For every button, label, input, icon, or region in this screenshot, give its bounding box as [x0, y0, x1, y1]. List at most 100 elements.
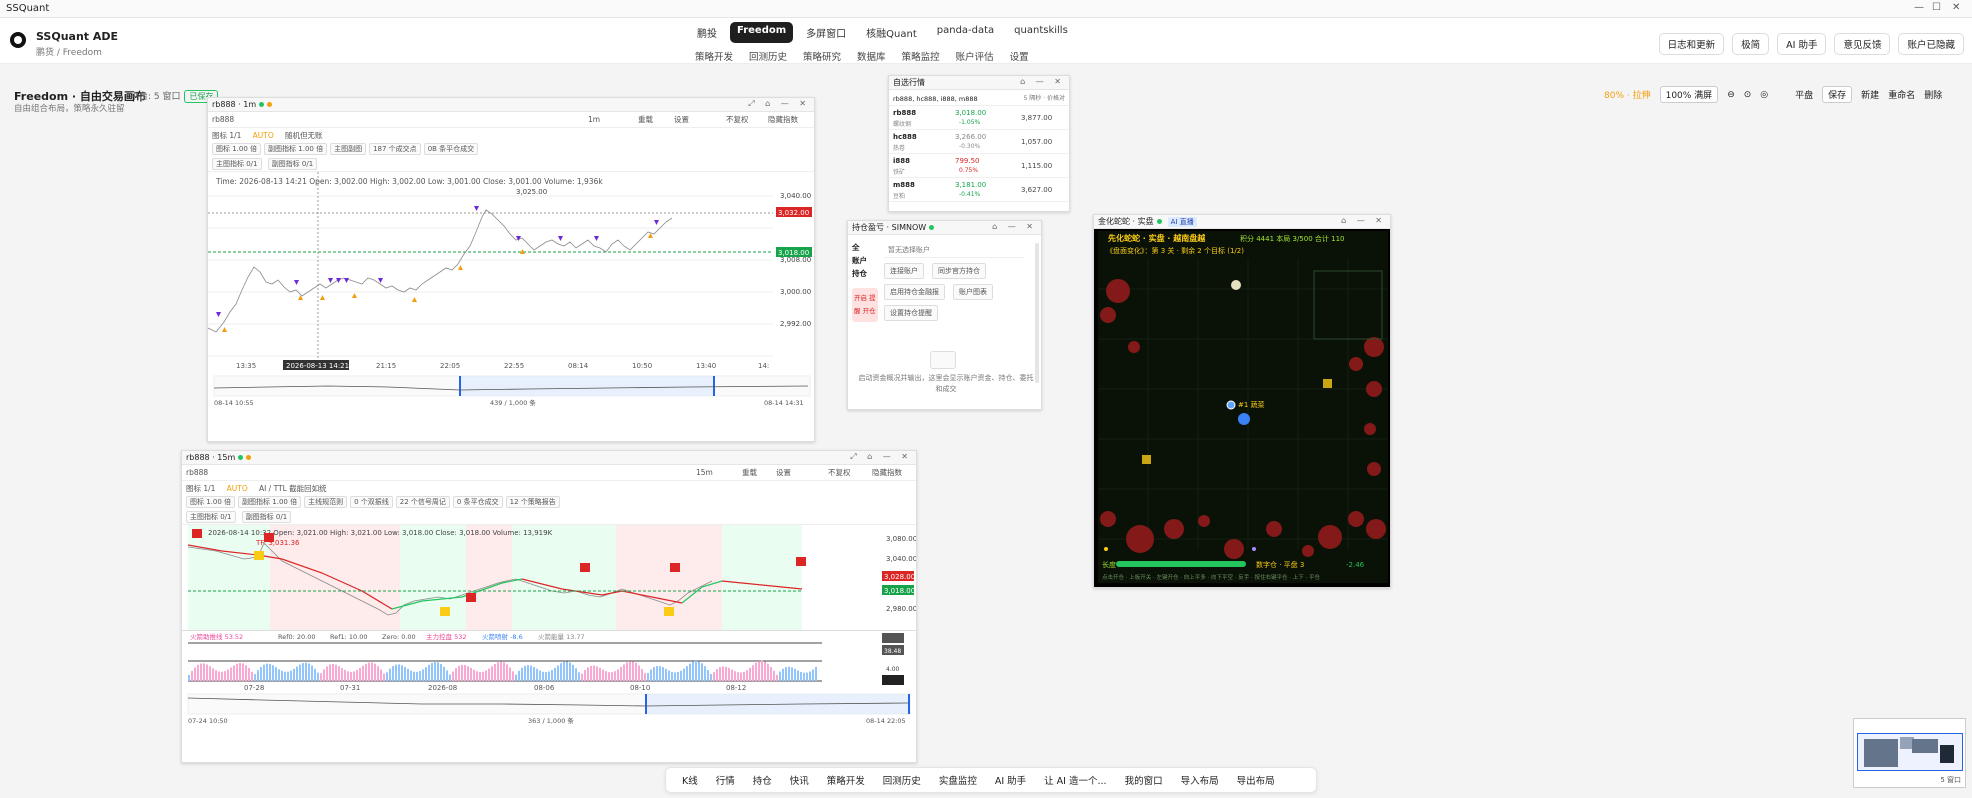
panel-controls-icon[interactable]: ⌂ — ✕	[1020, 77, 1065, 86]
panel-header[interactable]: rb888 · 1m ⤢ ⌂ — ✕	[208, 98, 814, 112]
dock-my-windows[interactable]: 我的窗口	[1125, 773, 1163, 787]
hide-index-checkbox[interactable]: 隐藏指数	[872, 467, 902, 478]
ai-tab[interactable]: AI / TTL 截能回如统	[259, 484, 327, 493]
dock-ai-build[interactable]: 让 AI 造一个...	[1044, 773, 1106, 787]
symbol-input[interactable]: rb888	[212, 115, 234, 124]
chip[interactable]: 0B 条平仓成交	[423, 143, 479, 155]
nav-item-strategy-research[interactable]: 策略研究	[798, 48, 846, 64]
panel-header[interactable]: 持仓盈亏 · SIMNOW ⌂ — ✕	[848, 221, 1041, 235]
account-chart-button[interactable]: 账户图表	[953, 284, 993, 300]
side-tab[interactable]: 持仓	[852, 267, 878, 280]
panel-header[interactable]: 自选行情 ⌂ — ✕	[889, 76, 1069, 90]
chart-tab[interactable]: 图标 1/1	[186, 484, 215, 493]
close-icon[interactable]: ✕	[1952, 2, 1960, 13]
zoom-in-icon[interactable]: ⊙	[1744, 90, 1752, 100]
nav-item-panda-data[interactable]: panda-data	[930, 22, 1001, 43]
chip[interactable]: 副图指标 1.00 倍	[264, 143, 328, 155]
alert-open-button[interactable]: 开启 提醒 开仓	[852, 288, 878, 322]
quote-row[interactable]: m888 豆粕 3,181.00 -0.41% 3,627.00	[889, 178, 1069, 202]
enable-report-button[interactable]: 启用持仓金融报	[884, 284, 945, 300]
chip[interactable]: 主图副图	[330, 143, 367, 155]
chip[interactable]: 187 个成交点	[369, 143, 421, 155]
dock-positions[interactable]: 持仓	[753, 773, 772, 787]
panel-controls-icon[interactable]: ⤢ ⌂ — ✕	[748, 99, 810, 109]
connect-account-button[interactable]: 连接账户	[884, 263, 924, 279]
save-layout-button[interactable]: 保存	[1822, 86, 1853, 103]
dock-quotes[interactable]: 行情	[716, 773, 735, 787]
symbol-input[interactable]: rb888	[186, 468, 208, 477]
side-tab[interactable]: 全	[852, 241, 878, 254]
chip[interactable]: 主线规范则	[304, 496, 348, 508]
range-window[interactable]	[460, 376, 714, 396]
nav-item-quantskills[interactable]: quantskills	[1007, 22, 1075, 43]
nav-item-strategy-monitor[interactable]: 策略监控	[897, 48, 945, 64]
nav-item-backtest-history[interactable]: 回测历史	[744, 48, 792, 64]
dock-ai-assistant[interactable]: AI 助手	[995, 773, 1026, 787]
quote-row[interactable]: rb888 螺纹钢 3,018.00 -1.05% 3,877.00	[889, 106, 1069, 130]
panel-header[interactable]: rb888 · 15m ⤢ ⌂ — ✕	[182, 451, 916, 465]
range-navigator[interactable]: 08-14 10:55 439 / 1,000 条 08-14 14:31	[208, 372, 815, 408]
main-indicator-select[interactable]: 主图指标 0/1	[186, 511, 236, 523]
panel-controls-icon[interactable]: ⌂ — ✕	[992, 222, 1037, 231]
auto-tab[interactable]: AUTO	[227, 484, 248, 493]
nav-item-account-eval[interactable]: 账户评估	[951, 48, 999, 64]
main-indicator-select[interactable]: 主图指标 0/1	[212, 158, 262, 170]
maximize-icon[interactable]: ☐	[1932, 2, 1941, 13]
account-hidden-button[interactable]: 账户已隐藏	[1898, 33, 1964, 55]
set-reminder-button[interactable]: 设置持仓提醒	[884, 305, 938, 321]
dock-strategy-dev[interactable]: 策略开发	[827, 773, 865, 787]
dock-live-monitor[interactable]: 实盘监控	[939, 773, 977, 787]
sub-indicator-select[interactable]: 副图指标 0/1	[241, 511, 292, 523]
account-select[interactable]: 暂无选择账户	[884, 243, 1024, 258]
nav-item-strategy-dev[interactable]: 策略开发	[690, 48, 738, 64]
range-navigator[interactable]: 07-24 10:50 363 / 1,000 条 08-14 22:05	[182, 690, 917, 726]
new-layout-button[interactable]: 新建	[1861, 88, 1879, 101]
kline-chart-15m[interactable]: 2026-08-14 10:32 Open: 3,021.00 High: 3,…	[182, 525, 917, 630]
hide-index-checkbox[interactable]: 隐藏指数	[768, 114, 798, 125]
chart-tab[interactable]: 图标 1/1	[212, 131, 241, 140]
dock-backtest-history[interactable]: 回测历史	[883, 773, 921, 787]
zoom-fit-button[interactable]: 100% 满屏	[1659, 86, 1719, 103]
minimize-icon[interactable]: —	[1914, 2, 1924, 13]
panel-controls-icon[interactable]: ⤢ ⌂ — ✕	[850, 452, 912, 462]
rename-layout-button[interactable]: 重命名	[1888, 88, 1915, 101]
kline-chart-1m[interactable]: Time: 2026-08-13 14:21 Open: 3,002.00 Hi…	[208, 172, 815, 372]
reload-button[interactable]: 重载	[638, 114, 653, 125]
scrollbar[interactable]	[1035, 243, 1039, 383]
chip[interactable]: 图标 1.00 倍	[212, 143, 262, 155]
game-canvas[interactable]: 先化蛇蛇 · 实盘 · 越南盘越 积分 4441 本局 3/500 合计 110…	[1094, 229, 1391, 588]
dock-import-layout[interactable]: 导入布局	[1181, 773, 1219, 787]
settings-select[interactable]: 设置	[674, 114, 689, 125]
quote-row[interactable]: hc888 热卷 3,266.00 -0.30% 1,057.00	[889, 130, 1069, 154]
adjust-select[interactable]: 不复权	[828, 467, 851, 478]
symbols-input[interactable]: rb888, hc888, i888, m888	[893, 95, 978, 103]
sync-positions-button[interactable]: 同步官方持仓	[932, 263, 986, 279]
delete-layout-button[interactable]: 删除	[1924, 88, 1942, 101]
period-select[interactable]: 1m	[588, 115, 600, 124]
layout-select[interactable]: 平盘	[1795, 88, 1813, 101]
period-select[interactable]: 15m	[696, 468, 713, 477]
random-tab[interactable]: 随机但无账	[285, 131, 323, 140]
feedback-button[interactable]: 意见反馈	[1834, 33, 1891, 55]
chip[interactable]: 0 条平仓成交	[452, 496, 503, 508]
chip[interactable]: 12 个策略报告	[505, 496, 560, 508]
nav-item-penguin[interactable]: 鹏投	[690, 22, 724, 43]
nav-item-settings[interactable]: 设置	[1005, 48, 1034, 64]
quote-row[interactable]: i888 铁矿 799.50 0.75% 1,115.00	[889, 154, 1069, 178]
settings-select[interactable]: 设置	[776, 467, 791, 478]
nav-item-multiscreen[interactable]: 多屏窗口	[799, 22, 853, 43]
chip[interactable]: 副图指标 1.00 倍	[238, 496, 302, 508]
reload-button[interactable]: 重载	[742, 467, 757, 478]
nav-item-database[interactable]: 数据库	[852, 48, 891, 64]
panel-controls-icon[interactable]: ⌂ — ✕	[1341, 216, 1386, 225]
oscillator-chart[interactable]: 火箭助推线 53.52 Ref0: 20.00 Ref1: 10.00 Zero…	[182, 630, 917, 690]
sub-indicator-select[interactable]: 副图指标 0/1	[267, 158, 318, 170]
minimal-button[interactable]: 极简	[1732, 33, 1770, 55]
chip[interactable]: 0 个双振线	[350, 496, 393, 508]
canvas-minimap[interactable]: 5 窗口	[1853, 718, 1966, 788]
reset-icon[interactable]: ◎	[1760, 90, 1768, 100]
panel-header[interactable]: 金化蛇蛇 · 实盘 AI 直播 ⌂ — ✕	[1094, 215, 1390, 229]
changelog-button[interactable]: 日志和更新	[1658, 33, 1725, 55]
ai-assistant-button[interactable]: AI 助手	[1777, 33, 1827, 55]
adjust-select[interactable]: 不复权	[726, 114, 749, 125]
